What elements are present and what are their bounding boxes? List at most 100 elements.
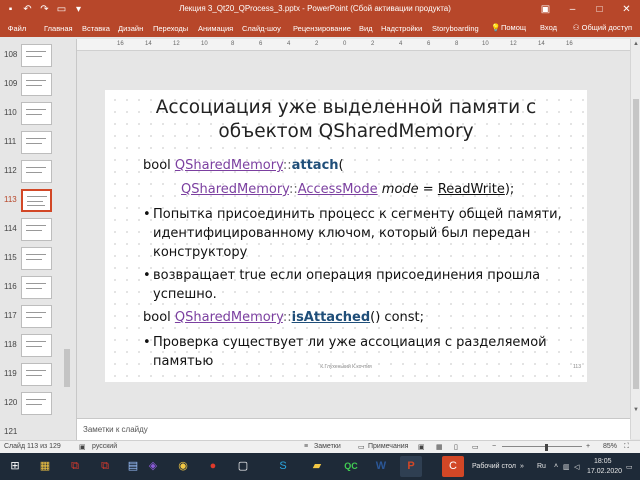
tray-up-icon[interactable]: ˄ (554, 463, 558, 470)
thumbnails-scrollbar[interactable] (64, 349, 70, 387)
code-class-link[interactable]: QSharedMemory (181, 182, 289, 197)
ruler-tick: 14 (145, 41, 152, 47)
help-lightbulb-icon[interactable]: 💡 (491, 23, 500, 32)
record-icon[interactable]: C (442, 456, 464, 477)
zoom-out-icon[interactable]: − (492, 443, 496, 450)
slide-thumbnail[interactable]: 115 (0, 247, 77, 276)
windows-start-icon[interactable]: ⊞ (4, 456, 26, 477)
slide-title[interactable]: Ассоциация уже выделенной памяти с объек… (105, 96, 587, 144)
generic-app-icon[interactable]: ▢ (232, 456, 254, 477)
file-manager-icon[interactable]: ▦ (34, 456, 56, 477)
slideshow-icon[interactable]: ▭ (55, 3, 68, 16)
code-enum-link[interactable]: AccessMode (298, 182, 378, 197)
bullet-item[interactable]: • возвращает true если операция присоедин… (143, 266, 578, 304)
customize-icon[interactable]: ▾ (72, 3, 85, 16)
horizontal-ruler[interactable]: 16 14 12 10 8 6 4 2 0 2 4 6 8 10 12 14 1… (77, 39, 630, 51)
close-icon[interactable]: ✕ (613, 0, 640, 20)
notifications-icon[interactable]: ▭ (626, 463, 633, 471)
tab-slideshow[interactable]: Слайд-шоу (242, 24, 281, 33)
help-button[interactable]: Помощ (501, 23, 526, 32)
media-icon[interactable]: ◈ (142, 456, 164, 477)
zoom-slider[interactable] (502, 446, 582, 447)
maximize-icon[interactable]: □ (586, 0, 613, 20)
show-desktop-chevron-icon[interactable]: » (520, 463, 524, 470)
attach-signature-line1[interactable]: bool QSharedMemory::attach( (143, 158, 344, 173)
files-icon[interactable]: ▤ (122, 456, 144, 477)
tab-animation[interactable]: Анимация (198, 24, 233, 33)
desktop-toolbar[interactable]: Рабочий стол (472, 463, 516, 470)
zoom-slider-thumb[interactable] (545, 444, 548, 451)
share-button[interactable]: ⚇ Общий доступ (569, 22, 636, 33)
current-slide[interactable]: Ассоциация уже выделенной памяти с объек… (105, 90, 587, 382)
slide-sorter-icon[interactable]: ▦ (436, 443, 443, 451)
scrollbar-thumb[interactable] (633, 99, 639, 389)
slide-thumbnails-pane[interactable]: 108 109 110 111 112 113 114 115 116 117 … (0, 39, 77, 440)
slide-thumbnail[interactable]: 109 (0, 73, 77, 102)
slide-thumbnail-number: 114 (4, 224, 17, 233)
reading-view-icon[interactable]: ▯ (454, 443, 458, 451)
tab-storyboarding[interactable]: Storyboarding (432, 24, 479, 33)
code-class-link[interactable]: QSharedMemory (175, 310, 283, 325)
chrome-icon[interactable]: ◉ (172, 456, 194, 477)
code-function-link[interactable]: isAttached (292, 310, 371, 325)
pdf-reader-icon[interactable]: ⧉ (94, 456, 116, 477)
scroll-up-icon[interactable]: ▲ (631, 41, 640, 47)
normal-view-icon[interactable]: ▣ (418, 443, 425, 451)
powerpoint-icon[interactable]: P (400, 456, 422, 477)
minimize-icon[interactable]: – (559, 0, 586, 20)
tab-addins[interactable]: Надстройки (381, 24, 422, 33)
slide-thumbnail[interactable]: 112 (0, 160, 77, 189)
slide-thumbnail-current[interactable]: 113 (0, 189, 77, 218)
zoom-in-icon[interactable]: + (586, 443, 590, 450)
code-default-link[interactable]: ReadWrite (438, 182, 505, 197)
tab-transitions[interactable]: Переходы (153, 24, 188, 33)
spellcheck-icon[interactable]: ▣ (79, 443, 86, 451)
bullet-item[interactable]: • Попытка присоединить процесс к сегменту… (143, 205, 573, 262)
undo-icon[interactable]: ↶ (21, 3, 34, 16)
fit-slide-icon[interactable]: ⛶ (624, 443, 629, 451)
save-icon[interactable]: ▪ (4, 3, 17, 16)
slide-thumbnail[interactable]: 121 (0, 421, 77, 439)
tab-home[interactable]: Главная (44, 24, 73, 33)
word-icon[interactable]: W (370, 456, 392, 477)
clock-date[interactable]: 17.02.2020 (587, 468, 622, 475)
slide-thumbnail[interactable]: 116 (0, 276, 77, 305)
scroll-down-icon[interactable]: ▼ (631, 407, 640, 413)
comments-icon[interactable]: ▭ (358, 443, 365, 451)
isattached-signature[interactable]: bool QSharedMemory::isAttached() const; (143, 310, 424, 325)
volume-icon[interactable]: ◁ (574, 463, 579, 471)
slide-thumbnail[interactable]: 111 (0, 131, 77, 160)
slide-thumbnail[interactable]: 114 (0, 218, 77, 247)
ribbon-display-icon[interactable]: ▣ (532, 0, 559, 20)
tab-insert[interactable]: Вставка (82, 24, 110, 33)
tab-file[interactable]: Файл (0, 20, 34, 37)
notes-pane[interactable]: Заметки к слайду (77, 418, 630, 440)
signin-button[interactable]: Вход (540, 23, 557, 32)
comments-button[interactable]: Примечания (368, 443, 408, 450)
ruler-tick: 6 (427, 41, 431, 47)
language-indicator[interactable]: русский (92, 443, 117, 450)
slide-thumbnail[interactable]: 120 (0, 392, 77, 421)
clock-time[interactable]: 18:05 (594, 458, 612, 465)
notes-icon[interactable]: ≡ (304, 443, 308, 450)
tab-design[interactable]: Дизайн (118, 24, 143, 33)
qt-creator-icon[interactable]: QC (340, 456, 362, 477)
canvas-vertical-scrollbar[interactable]: ▲ ▼ (630, 39, 640, 439)
slide-thumbnail[interactable]: 108 (0, 44, 77, 73)
language-indicator-taskbar[interactable]: Ru (537, 463, 546, 470)
attach-signature-line2[interactable]: QSharedMemory::AccessMode mode = ReadWri… (181, 182, 514, 197)
slide-thumbnail[interactable]: 110 (0, 102, 77, 131)
slideshow-view-icon[interactable]: ▭ (472, 443, 479, 451)
network-icon[interactable]: ▥ (563, 463, 570, 471)
redo-icon[interactable]: ↷ (38, 3, 51, 16)
tab-view[interactable]: Вид (359, 24, 373, 33)
tab-review[interactable]: Рецензирование (293, 24, 351, 33)
folder-icon[interactable]: ▰ (306, 456, 328, 477)
yandex-icon[interactable]: ● (202, 456, 224, 477)
pdf-icon[interactable]: ⧉ (64, 456, 86, 477)
zoom-level[interactable]: 85% (603, 443, 617, 450)
code-class-link[interactable]: QSharedMemory (175, 158, 283, 173)
skype-icon[interactable]: S (272, 456, 294, 477)
notes-button[interactable]: Заметки (314, 443, 341, 450)
slide-thumbnail[interactable]: 117 (0, 305, 77, 334)
